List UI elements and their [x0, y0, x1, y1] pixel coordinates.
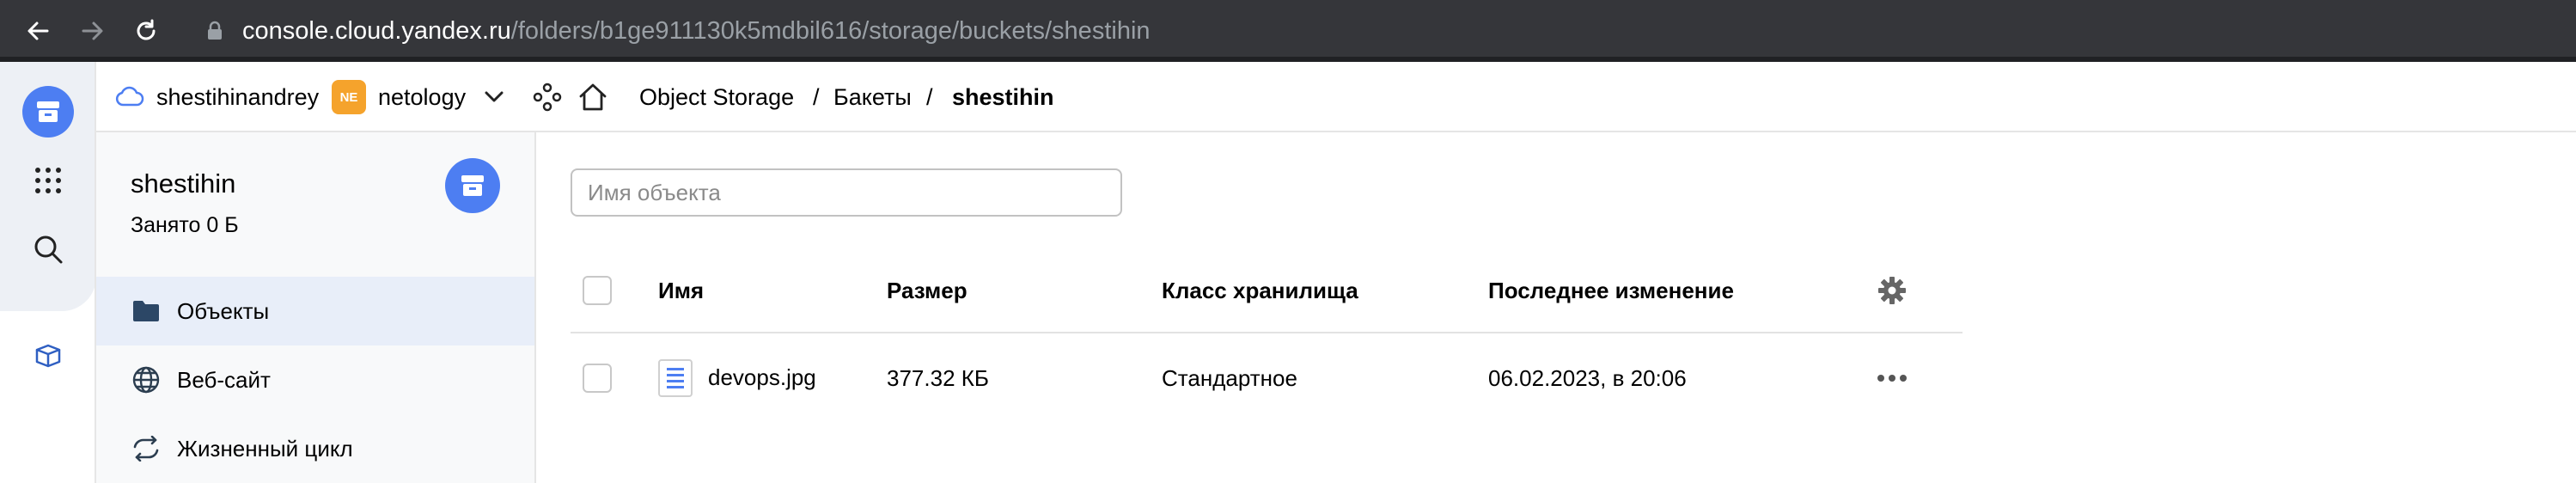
sidebar-item-lifecycle[interactable]: Жизненный цикл [96, 414, 534, 483]
sidebar-item-label: Объекты [177, 297, 270, 324]
file-storage-class: Стандартное [1162, 364, 1297, 391]
left-rail [0, 62, 96, 483]
more-actions-icon[interactable] [1877, 335, 1908, 421]
apps-grid-icon[interactable] [22, 155, 74, 206]
bucket-storage-icon [445, 158, 500, 213]
file-modified: 06.02.2023, в 20:06 [1488, 364, 1687, 391]
column-header-size[interactable]: Размер [887, 249, 968, 332]
select-all-checkbox[interactable] [583, 276, 612, 305]
object-search-input[interactable] [571, 168, 1122, 217]
file-name: devops.jpg [708, 364, 816, 390]
select-all-checkbox-cell [583, 249, 612, 332]
sidebar-item-label: Веб-сайт [177, 366, 271, 393]
top-header: shestihinandrey NE netology Object Stora… [96, 62, 2576, 132]
breadcrumb-separator: / [813, 83, 820, 110]
row-checkbox-cell [583, 335, 612, 421]
column-header-name[interactable]: Имя [658, 249, 704, 332]
breadcrumb-separator: / [926, 83, 933, 110]
folder-name: netology [378, 83, 467, 110]
sidebar-item-website[interactable]: Веб-сайт [96, 345, 534, 414]
back-icon[interactable] [22, 15, 53, 46]
reload-icon[interactable] [131, 15, 162, 46]
file-name-cell[interactable]: devops.jpg [658, 335, 816, 421]
cloud-selector[interactable]: shestihinandrey [115, 62, 319, 132]
address-bar[interactable]: console.cloud.yandex.ru/folders/b1ge9111… [242, 15, 1151, 46]
globe-icon [129, 363, 163, 397]
gear-icon[interactable] [1877, 249, 1908, 332]
lifecycle-icon [129, 431, 163, 466]
folder-badge: NE [332, 80, 366, 114]
column-header-modified[interactable]: Последнее изменение [1488, 249, 1734, 332]
file-size: 377.32 КБ [887, 364, 989, 391]
chevron-down-icon [485, 91, 504, 102]
main-content: Имя Размер Класс хранилища Последнее изм… [536, 132, 2576, 483]
browser-toolbar: console.cloud.yandex.ru/folders/b1ge9111… [0, 0, 2576, 62]
bucket-usage: Занято 0 Б [131, 213, 239, 237]
cloud-icon [115, 86, 144, 107]
breadcrumb-current: shestihin [952, 83, 1054, 110]
url-path: /folders/b1ge911130k5mdbil616/storage/bu… [510, 17, 1151, 45]
table-row[interactable]: devops.jpg 377.32 КБ Стандартное 06.02.2… [571, 335, 1963, 421]
breadcrumb-object-storage[interactable]: Object Storage [639, 62, 794, 132]
search-icon[interactable] [22, 223, 74, 275]
folder-selector[interactable]: NE netology [332, 62, 504, 132]
column-header-storage-class[interactable]: Класс хранилища [1162, 249, 1358, 332]
lock-icon [203, 19, 227, 43]
breadcrumb-buckets[interactable]: Бакеты [833, 62, 912, 132]
sidebar-item-label: Жизненный цикл [177, 435, 353, 462]
marketplace-box-icon[interactable] [22, 330, 74, 382]
home-icon[interactable] [577, 62, 608, 132]
folder-icon [129, 294, 163, 328]
services-icon[interactable] [533, 62, 562, 132]
sidebar-item-objects[interactable]: Объекты [96, 277, 534, 345]
url-host: console.cloud.yandex.ru [242, 17, 511, 45]
bucket-sidebar: shestihin Занято 0 Б Объекты Веб-сайт Жи… [96, 132, 536, 483]
bucket-name: shestihin [131, 168, 236, 199]
storage-logo-icon[interactable] [22, 86, 74, 138]
table-header: Имя Размер Класс хранилища Последнее изм… [571, 249, 1963, 333]
row-checkbox[interactable] [583, 364, 612, 393]
cloud-name: shestihinandrey [156, 83, 320, 110]
forward-icon[interactable] [77, 15, 108, 46]
file-icon [658, 359, 693, 397]
